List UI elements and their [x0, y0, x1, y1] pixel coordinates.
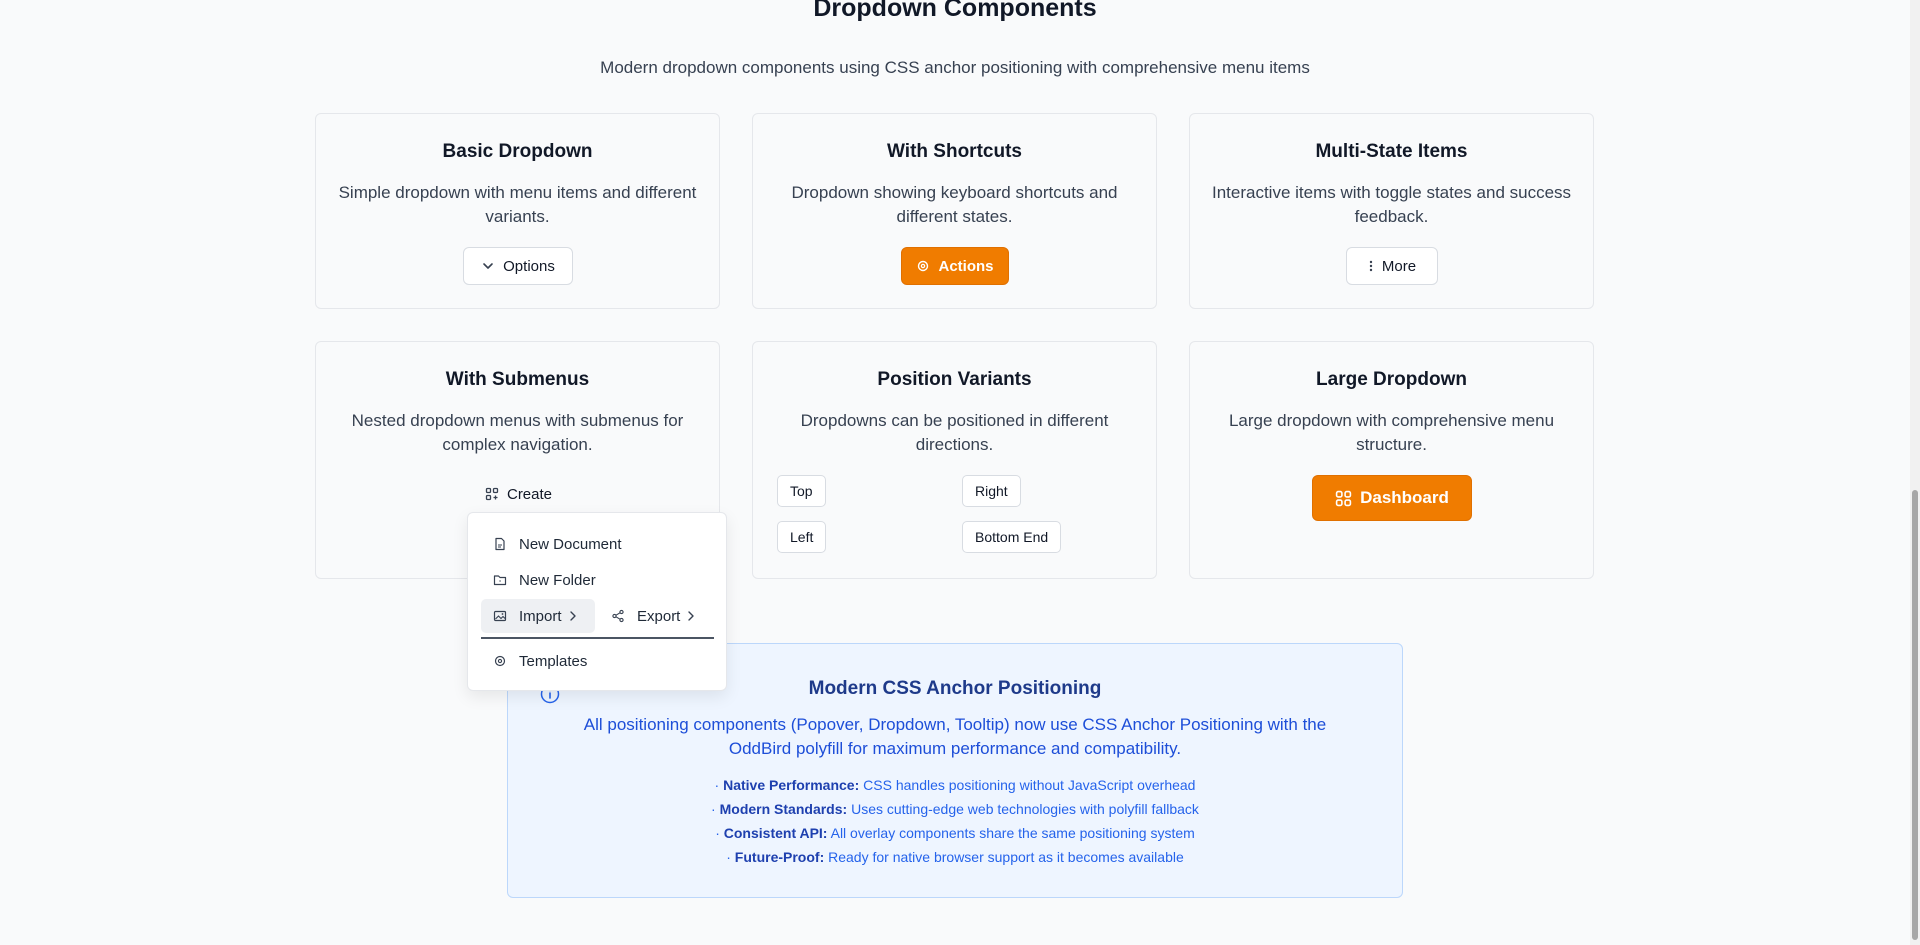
card-title: Position Variants [877, 369, 1032, 390]
card-description: Interactive items with toggle states and… [1211, 183, 1572, 226]
card-basic-dropdown: Basic Dropdown Simple dropdown with menu… [315, 113, 720, 309]
options-button[interactable]: Options [463, 247, 573, 285]
menu-item-new-document[interactable]: New Document [481, 527, 714, 561]
file-icon [493, 537, 507, 551]
options-button-label: Options [503, 257, 555, 275]
card-title: With Submenus [445, 369, 590, 390]
card-description: Dropdowns can be positioned in different… [800, 411, 1109, 454]
menu-divider [481, 637, 714, 639]
card-description: Dropdown showing keyboard shortcuts and … [791, 183, 1118, 226]
position-bottom-end-button[interactable]: Bottom End [962, 521, 1062, 553]
page: Dropdown Components Modern dropdown comp… [0, 0, 1920, 945]
more-button-label: More [1381, 257, 1417, 275]
more-button[interactable]: More [1346, 247, 1438, 285]
dashboard-grid-icon [1335, 490, 1352, 507]
create-dropdown-menu: New Document New Folder Import Export Te… [467, 512, 727, 691]
card-title: Large Dropdown [1316, 369, 1467, 390]
menu-item-export[interactable]: Export [599, 599, 715, 633]
position-top-button[interactable]: Top [777, 475, 826, 507]
gear-icon [493, 654, 507, 668]
dashboard-button-label: Dashboard [1360, 488, 1449, 507]
card-position-variants: Position Variants Dropdowns can be posit… [752, 341, 1157, 579]
card-title: Multi-State Items [1315, 141, 1468, 162]
menu-item-import[interactable]: Import [481, 599, 595, 633]
card-title: With Shortcuts [887, 141, 1022, 162]
position-left-button[interactable]: Left [777, 521, 827, 553]
chevron-down-icon [481, 259, 495, 273]
info-description: All positioning components (Popover, Dro… [583, 715, 1327, 758]
share-icon [611, 609, 625, 623]
chevron-right-icon [568, 609, 578, 623]
position-right-button[interactable]: Right [962, 475, 1021, 507]
image-icon [493, 609, 507, 623]
actions-button[interactable]: Actions [901, 247, 1009, 285]
card-large-dropdown: Large Dropdown Large dropdown with compr… [1189, 341, 1594, 579]
page-subtitle: Modern dropdown components using CSS anc… [600, 58, 1310, 77]
gear-icon [916, 259, 930, 273]
info-list-item: · Native Performance: CSS handles positi… [714, 777, 1196, 793]
card-title: Basic Dropdown [442, 141, 593, 162]
menu-item-templates[interactable]: Templates [481, 644, 714, 678]
info-list: · Native Performance: CSS handles positi… [508, 773, 1402, 869]
card-with-shortcuts: With Shortcuts Dropdown showing keyboard… [752, 113, 1157, 309]
info-list-item: · Future-Proof: Ready for native browser… [726, 849, 1184, 865]
card-description: Large dropdown with comprehensive menu s… [1228, 411, 1555, 454]
create-button[interactable]: Create [471, 475, 566, 513]
folder-icon [493, 573, 507, 587]
card-description: Simple dropdown with menu items and diff… [338, 183, 697, 226]
info-list-item: · Consistent API: All overlay components… [715, 825, 1195, 841]
info-list-item: · Modern Standards: Uses cutting-edge we… [711, 801, 1199, 817]
dashboard-button[interactable]: Dashboard [1312, 475, 1472, 521]
scrollbar-thumb[interactable] [1912, 490, 1918, 940]
create-button-label: Create [506, 485, 553, 503]
page-title: Dropdown Components [813, 0, 1097, 22]
chevron-right-icon [686, 609, 696, 623]
menu-item-new-folder[interactable]: New Folder [481, 563, 714, 597]
card-multi-state-items: Multi-State Items Interactive items with… [1189, 113, 1594, 309]
grid-plus-icon [485, 487, 499, 501]
card-description: Nested dropdown menus with submenus for … [351, 411, 684, 454]
actions-button-label: Actions [938, 257, 994, 275]
more-vertical-icon [1368, 259, 1374, 273]
